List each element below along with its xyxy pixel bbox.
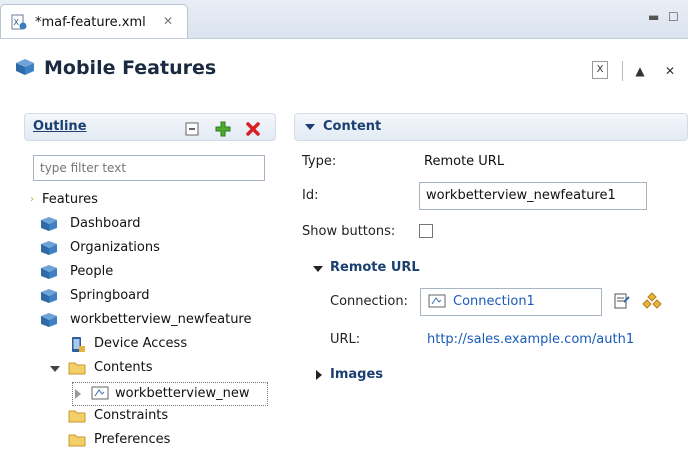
edit-connection-icon[interactable] [614,293,630,309]
tools-icon[interactable]: ✕ [660,61,680,81]
outline-filter-input[interactable] [33,155,265,181]
close-icon[interactable]: ✕ [163,14,173,28]
type-value: Remote URL [424,154,505,169]
connection-icon [428,294,446,308]
feature-icon [41,313,57,327]
connection-field[interactable]: Connection1 [420,288,602,316]
minimize-icon[interactable]: ▬ [648,10,659,24]
id-label: Id: [302,188,319,203]
remote-url-section-title[interactable]: Remote URL [330,260,420,275]
tree-item-label: Contents [94,360,153,375]
tree-item-label: Springboard [70,288,150,303]
page-title: Mobile Features [44,57,217,79]
editor-tab-label: *maf-feature.xml [35,15,146,30]
images-section-title[interactable]: Images [330,367,383,382]
expand-arrow-icon[interactable]: › [30,194,34,205]
add-icon[interactable] [215,121,231,137]
expanded-arrow-icon[interactable] [50,366,60,372]
svg-text:X: X [14,18,20,27]
editor-tab[interactable]: X *maf-feature.xml ✕ [0,4,188,38]
show-buttons-checkbox[interactable] [419,224,433,238]
feature-icon [41,217,57,231]
xml-source-button[interactable]: X [592,61,608,79]
id-field[interactable]: workbetterview_newfeature1 [419,182,647,210]
url-label: URL: [330,332,361,347]
feature-icon [41,265,57,279]
deploy-icon[interactable]: ▲ [630,61,650,81]
device-access-icon [72,337,85,352]
folder-icon [68,410,86,423]
header-separator [622,61,623,81]
tree-item-label: Constraints [94,408,169,423]
tree-item-label: Dashboard [70,216,141,231]
mobile-features-icon [16,59,34,75]
feature-icon [41,289,57,303]
tree-item-label: workbetterview_new [115,386,250,401]
folder-icon [68,362,86,375]
connection-label: Connection: [330,294,408,309]
tree-item-label: Preferences [94,432,171,447]
outline-title: Outline [33,119,87,134]
collapse-all-icon[interactable] [185,122,199,136]
tree-item-label: Features [42,192,98,207]
content-section-header[interactable]: Content [294,113,688,141]
collapsed-arrow-icon[interactable] [75,389,81,399]
tree-item-label: Organizations [70,240,160,255]
editor-header: Mobile Features X ▲ ✕ [0,39,688,93]
remote-url-icon [91,386,109,400]
content-title: Content [323,119,382,134]
images-expand-icon[interactable] [316,370,322,380]
type-label: Type: [302,154,337,169]
editor-tab-bar: X *maf-feature.xml ✕ ▬ ☐ [0,0,688,39]
tree-item-label: People [70,264,114,279]
tree-item-label: workbetterview_newfeature [70,312,252,327]
collapse-arrow-icon[interactable] [305,124,315,130]
feature-icon [41,241,57,255]
folder-icon [68,434,86,447]
new-connection-icon[interactable] [642,292,662,310]
tree-item-content-selected[interactable]: workbetterview_new [72,382,268,406]
xml-file-icon: X [11,14,27,30]
delete-icon[interactable] [245,121,261,137]
show-buttons-label: Show buttons: [302,224,396,239]
url-link[interactable]: http://sales.example.com/auth1 [427,332,634,347]
remote-url-collapse-icon[interactable] [313,266,323,272]
tree-item-label: Device Access [94,336,188,351]
outline-section-header: Outline [24,113,276,141]
maximize-icon[interactable]: ☐ [668,10,679,24]
